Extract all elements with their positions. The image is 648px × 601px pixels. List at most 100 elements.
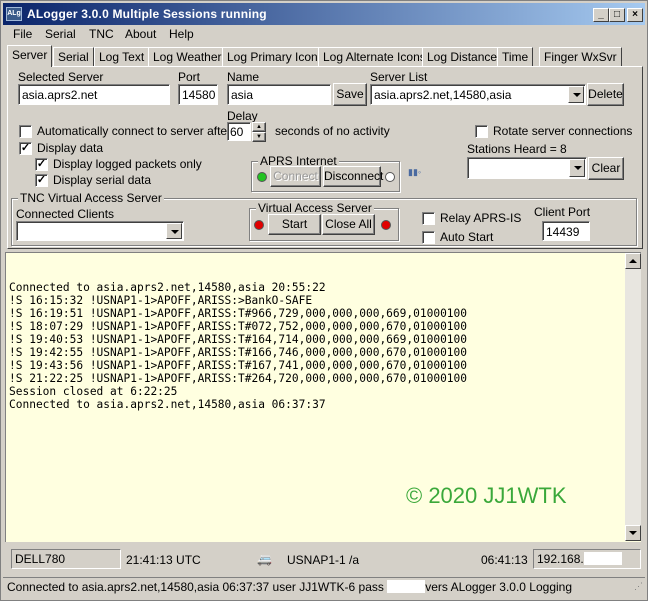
tab-time[interactable]: Time — [497, 47, 534, 66]
console-output[interactable]: Connected to asia.aprs2.net,14580,asia 2… — [5, 252, 641, 542]
bottom-status-part1: Connected to asia.aprs2.net,14580,asia 0… — [7, 580, 388, 594]
connect-button[interactable]: Connect — [270, 166, 321, 187]
status-ip-value: 192.168. — [537, 552, 584, 566]
console-line: Connected to asia.aprs2.net,14580,asia 2… — [9, 281, 326, 294]
console-lines: Connected to asia.aprs2.net,14580,asia 2… — [9, 281, 467, 411]
tnc-group-title: TNC Virtual Access Server — [18, 191, 164, 205]
chevron-down-icon[interactable] — [568, 86, 584, 103]
display-data-checkbox[interactable]: ✓ — [19, 142, 32, 155]
console-line: !S 21:22:25 !USNAP1-1>APOFF,ARISS:T#264,… — [9, 372, 468, 385]
connected-clients-label: Connected Clients — [16, 207, 115, 221]
stations-heard-label: Stations Heard = 8 — [467, 142, 567, 156]
client-port-input[interactable]: 14439 — [542, 221, 590, 241]
tab-finger-wxsvr[interactable]: Finger WxSvr — [539, 47, 622, 66]
display-serial-label: Display serial data — [53, 173, 152, 187]
menu-bar: File Serial TNC About Help — [3, 25, 645, 44]
display-logged-label: Display logged packets only — [53, 157, 202, 171]
minimize-button[interactable]: _ — [593, 8, 609, 22]
clear-button[interactable]: Clear — [588, 157, 624, 180]
chevron-down-icon[interactable] — [569, 159, 585, 177]
tab-log-alternate-icons[interactable]: Log Alternate Icons — [318, 47, 431, 66]
port-input[interactable]: 14580 — [178, 84, 218, 105]
display-serial-checkbox[interactable]: ✓ — [35, 174, 48, 187]
delay-down-button[interactable]: ▼ — [252, 132, 266, 142]
scroll-down-icon[interactable] — [625, 525, 641, 541]
vehicle-icon: 🚐 — [257, 552, 272, 566]
selected-server-input[interactable]: asia.aprs2.net — [18, 84, 170, 105]
menu-serial[interactable]: Serial — [45, 27, 76, 41]
vas-status-left-indicator — [254, 220, 264, 230]
name-input[interactable]: asia — [227, 84, 331, 105]
chevron-down-icon[interactable] — [166, 223, 182, 239]
console-line: !S 19:42:55 !USNAP1-1>APOFF,ARISS:T#166,… — [9, 346, 468, 359]
save-button[interactable]: Save — [333, 83, 367, 106]
vas-group: Virtual Access Server Start Close All — [249, 201, 399, 241]
menu-about[interactable]: About — [125, 27, 156, 41]
status-bar: DELL780 21:41:13 UTC 🚐 USNAP1-1 /a 06:41… — [5, 547, 641, 573]
auto-connect-label: Automatically connect to server after — [37, 124, 232, 138]
menu-help[interactable]: Help — [169, 27, 194, 41]
tab-strip: Server Serial Log Text Log Weather Log P… — [7, 45, 643, 67]
console-scrollbar[interactable] — [625, 253, 641, 541]
status-ip: 192.168. — [533, 549, 641, 569]
name-label: Name — [227, 70, 260, 84]
vas-status-right-indicator — [381, 220, 391, 230]
tab-log-distance[interactable]: Log Distance — [422, 47, 503, 66]
auto-connect-checkbox[interactable] — [19, 125, 32, 138]
connected-clients-select[interactable] — [16, 221, 184, 241]
status-utc-time: 21:41:13 UTC — [126, 553, 201, 567]
disconnect-button[interactable]: Disconnect — [323, 166, 383, 187]
redaction-mask — [387, 580, 426, 593]
close-all-button[interactable]: Close All — [322, 214, 375, 235]
rotate-label: Rotate server connections — [493, 124, 633, 138]
tab-server[interactable]: Server — [7, 45, 53, 67]
tab-log-weather[interactable]: Log Weather — [148, 47, 227, 66]
relay-aprs-is-checkbox[interactable] — [422, 212, 435, 225]
delay-suffix-label: seconds of no activity — [275, 124, 390, 138]
console-line: !S 19:40:53 !USNAP1-1>APOFF,ARISS:T#164,… — [9, 333, 468, 346]
delete-button[interactable]: Delete — [587, 83, 624, 106]
delay-label: Delay — [227, 109, 258, 123]
tab-serial[interactable]: Serial — [53, 47, 94, 66]
bottom-status-line: Connected to asia.aprs2.net,14580,asia 0… — [3, 577, 645, 597]
redaction-mask — [583, 552, 622, 565]
resize-grip-icon[interactable]: ⋰ — [634, 581, 643, 592]
delay-input[interactable]: 60 — [227, 122, 251, 141]
console-line: Session closed at 6:22:25 — [9, 385, 178, 398]
title-bar: ALg ALogger 3.0.0 Multiple Sessions runn… — [3, 3, 645, 25]
console-line: !S 16:15:32 !USNAP1-1>APOFF,ARISS:>BankO… — [9, 294, 313, 307]
rotate-checkbox[interactable] — [475, 125, 488, 138]
tab-log-primary-icons[interactable]: Log Primary Icons — [222, 47, 329, 66]
console-line: !S 16:19:51 !USNAP1-1>APOFF,ARISS:T#966,… — [9, 307, 468, 320]
status-local-time: 06:41:13 — [481, 553, 528, 567]
auto-start-checkbox[interactable] — [422, 231, 435, 244]
menu-file[interactable]: File — [13, 27, 32, 41]
display-logged-checkbox[interactable]: ✓ — [35, 158, 48, 171]
menu-tnc[interactable]: TNC — [89, 27, 114, 41]
bottom-status-part2: vers ALogger 3.0.0 Logging — [425, 580, 573, 594]
copyright-watermark: © 2020 JJ1WTK — [406, 483, 567, 508]
server-list-value: asia.aprs2.net,14580,asia — [374, 88, 512, 102]
server-panel: Selected Server asia.aprs2.net Port 1458… — [7, 66, 643, 249]
tnc-group: TNC Virtual Access Server Connected Clie… — [11, 191, 637, 246]
selected-server-label: Selected Server — [18, 70, 104, 84]
server-list-label: Server List — [370, 70, 428, 84]
tab-log-text[interactable]: Log Text — [94, 47, 150, 66]
console-line: Connected to asia.aprs2.net,14580,asia 0… — [9, 398, 326, 411]
maximize-button[interactable]: □ — [609, 8, 625, 22]
scroll-up-icon[interactable] — [625, 253, 641, 269]
display-data-label: Display data — [37, 141, 104, 155]
close-button[interactable]: × — [627, 8, 643, 22]
status-host: DELL780 — [11, 549, 121, 569]
vas-group-title: Virtual Access Server — [256, 201, 374, 215]
aprs-status-right-indicator — [385, 172, 395, 182]
server-list-select[interactable]: asia.aprs2.net,14580,asia — [370, 84, 586, 105]
console-line: !S 19:43:56 !USNAP1-1>APOFF,ARISS:T#167,… — [9, 359, 468, 372]
aprs-status-left-indicator — [257, 172, 267, 182]
start-button[interactable]: Start — [268, 214, 321, 235]
relay-aprs-is-label: Relay APRS-IS — [440, 211, 522, 225]
stations-heard-select[interactable] — [467, 157, 587, 179]
auto-start-label: Auto Start — [440, 230, 494, 244]
delay-up-button[interactable]: ▲ — [252, 122, 266, 132]
app-window: ALg ALogger 3.0.0 Multiple Sessions runn… — [0, 0, 648, 601]
